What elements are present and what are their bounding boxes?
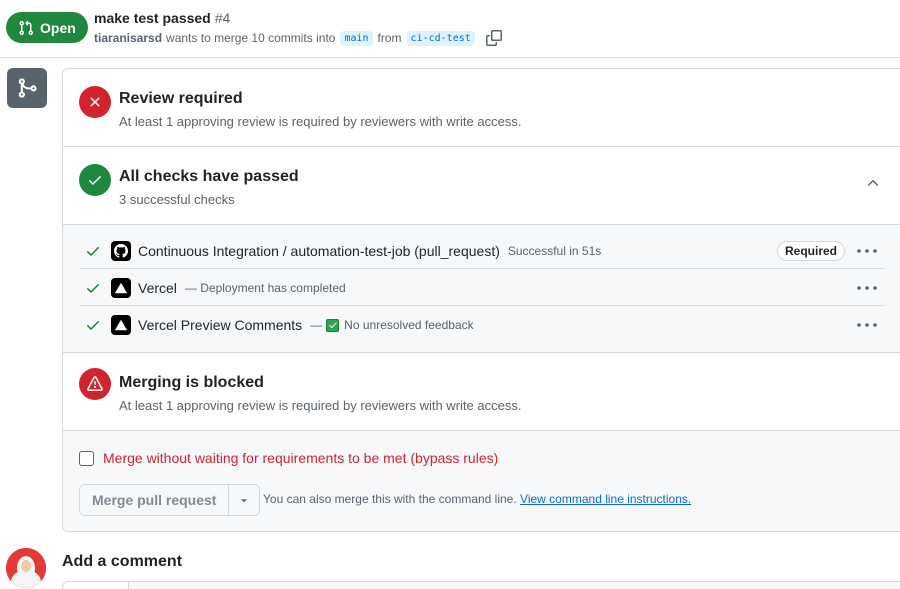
tab-write[interactable] xyxy=(63,582,129,589)
vercel-icon xyxy=(111,315,131,335)
add-comment-heading: Add a comment xyxy=(62,553,183,570)
blocked-status-circle xyxy=(79,368,111,400)
merge-box: Review required At least 1 approving rev… xyxy=(62,68,900,532)
merge-text: wants to merge 10 commits into xyxy=(166,31,336,45)
avatar[interactable] xyxy=(6,548,46,588)
review-status-circle xyxy=(79,86,111,118)
from-text: from xyxy=(377,31,402,45)
x-icon xyxy=(90,97,100,107)
pr-author[interactable]: tiaranisarsd xyxy=(94,31,162,45)
copy-icon[interactable] xyxy=(485,30,502,46)
check-icon xyxy=(89,176,101,185)
merge-method-dropdown[interactable] xyxy=(228,484,261,516)
checks-title: All checks have passed xyxy=(119,168,299,185)
pr-title: make test passed #4 xyxy=(94,10,230,26)
bypass-rules-label[interactable]: Merge without waiting for requirements t… xyxy=(103,450,498,466)
pr-meta: tiaranisarsd wants to merge 10 commits i… xyxy=(94,30,502,46)
check-name[interactable]: Vercel xyxy=(138,280,177,296)
pr-state-badge: Open xyxy=(6,12,88,43)
merge-actions-section: Merge without waiting for requirements t… xyxy=(63,431,900,531)
alert-icon xyxy=(87,376,103,391)
check-item[interactable]: Continuous Integration / automation-test… xyxy=(79,233,885,269)
command-line-hint-text: You can also merge this with the command… xyxy=(263,492,517,506)
blocked-subtitle: At least 1 approving review is required … xyxy=(119,398,522,413)
check-desc-prefix: — xyxy=(310,318,323,332)
base-branch[interactable]: main xyxy=(340,30,373,46)
check-icon xyxy=(87,283,99,293)
bypass-rules-checkbox[interactable] xyxy=(79,450,94,466)
required-badge: Required xyxy=(776,240,845,261)
kebab-horizontal-icon[interactable] xyxy=(855,278,879,298)
review-title: Review required xyxy=(119,90,243,107)
vercel-icon xyxy=(111,277,131,298)
check-desc: Successful in 51s xyxy=(507,243,602,258)
checks-section[interactable]: All checks have passed 3 successful chec… xyxy=(63,147,900,225)
blocked-title: Merging is blocked xyxy=(119,374,264,391)
command-line-instructions-link[interactable]: View command line instructions. xyxy=(520,492,691,506)
check-name[interactable]: Continuous Integration / automation-test… xyxy=(138,243,500,259)
check-name[interactable]: Vercel Preview Comments xyxy=(138,317,302,333)
review-required-section: Review required At least 1 approving rev… xyxy=(63,69,900,147)
check-item[interactable]: Vercel — Deployment has completed xyxy=(79,270,885,306)
checks-list: Continuous Integration / automation-test… xyxy=(63,225,900,353)
git-merge-icon xyxy=(18,78,37,98)
chevron-up-icon[interactable] xyxy=(865,175,881,191)
merge-button-group: Merge pull request xyxy=(79,484,261,516)
bypass-rules-option[interactable]: Merge without waiting for requirements t… xyxy=(79,450,498,466)
kebab-horizontal-icon[interactable] xyxy=(855,241,879,261)
review-subtitle: At least 1 approving review is required … xyxy=(119,114,522,129)
check-desc-wrap: — No unresolved feedback xyxy=(310,318,473,332)
check-desc: — Deployment has completed xyxy=(184,280,346,295)
merge-pull-request-button[interactable]: Merge pull request xyxy=(79,484,229,516)
green-check-box-icon xyxy=(326,318,340,332)
kebab-horizontal-icon[interactable] xyxy=(855,315,879,335)
head-branch[interactable]: ci-cd-test xyxy=(406,30,475,46)
pr-number: #4 xyxy=(214,10,231,26)
command-line-hint: You can also merge this with the command… xyxy=(263,492,691,506)
triangle-down-icon xyxy=(241,499,248,503)
avatar-image xyxy=(6,548,46,588)
pr-state-label: Open xyxy=(40,19,76,36)
github-icon xyxy=(111,240,131,261)
pr-title-text: make test passed xyxy=(94,10,211,26)
checks-status-circle xyxy=(79,164,111,196)
checks-subtitle: 3 successful checks xyxy=(119,192,235,207)
check-desc: No unresolved feedback xyxy=(344,318,474,332)
pr-header: Open make test passed #4 tiaranisarsd wan… xyxy=(0,0,900,58)
pull-request-icon xyxy=(19,20,34,35)
merge-status-avatar xyxy=(7,68,47,108)
check-icon xyxy=(87,321,99,330)
check-item[interactable]: Vercel Preview Comments — No unresolved … xyxy=(79,307,885,343)
merging-blocked-section: Merging is blocked At least 1 approving … xyxy=(63,353,900,431)
check-icon xyxy=(87,246,99,256)
comment-editor[interactable] xyxy=(62,581,900,589)
